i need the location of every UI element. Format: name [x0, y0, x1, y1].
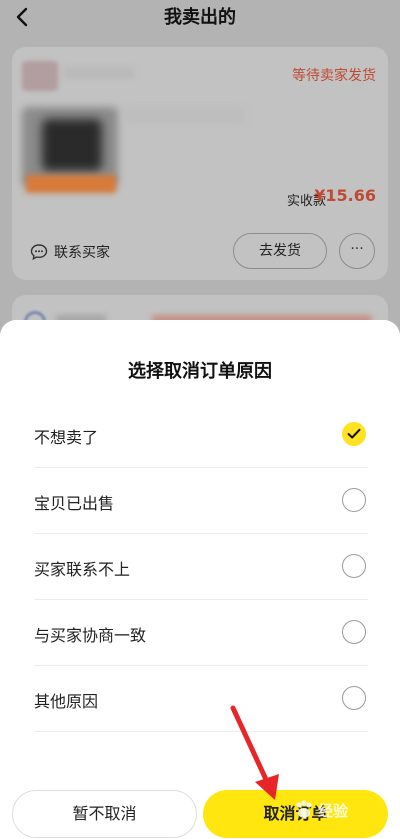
reason-item-not-selling[interactable]: 不想卖了 [34, 402, 368, 468]
buyer-avatar [22, 61, 58, 91]
reason-label: 买家联系不上 [34, 560, 131, 579]
order-card[interactable]: 等待卖家发货 实收款 ¥15.66 联系买家 去发货 ··· [12, 47, 388, 280]
product-image-band [26, 175, 116, 193]
radio-unchecked-icon[interactable] [342, 488, 366, 512]
contact-buyer-link[interactable]: 联系买家 [54, 242, 110, 262]
checkmark-icon [347, 428, 361, 439]
reason-label: 与买家协商一致 [34, 626, 147, 645]
header: 我卖出的 [0, 0, 400, 38]
keep-order-button[interactable]: 暂不取消 [12, 790, 197, 838]
cancel-order-button[interactable]: 取消订单 [203, 790, 388, 838]
radio-unchecked-icon[interactable] [342, 686, 366, 710]
radio-checked-icon[interactable] [342, 422, 366, 446]
reason-label: 不想卖了 [34, 428, 99, 447]
radio-unchecked-icon[interactable] [342, 554, 366, 578]
product-title-blurred [124, 107, 244, 123]
sheet-title: 选择取消订单原因 [128, 361, 272, 382]
amount-value: ¥15.66 [314, 186, 376, 205]
reason-item-mutual-agreement[interactable]: 与买家协商一致 [34, 600, 368, 666]
more-options-button[interactable]: ··· [339, 233, 375, 269]
chat-icon[interactable] [30, 243, 48, 261]
reason-label: 宝贝已出售 [34, 494, 115, 513]
page-title: 我卖出的 [164, 7, 236, 28]
cancel-reason-sheet: 选择取消订单原因 不想卖了 宝贝已出售 买家联系不上 与买家协商一致 其他原因 [0, 320, 400, 839]
product-image-detail [42, 119, 102, 171]
radio-unchecked-icon[interactable] [342, 620, 366, 644]
reason-item-sold[interactable]: 宝贝已出售 [34, 468, 368, 534]
ship-button[interactable]: 去发货 [233, 233, 327, 269]
reason-item-other[interactable]: 其他原因 [34, 666, 368, 732]
reason-item-buyer-unreachable[interactable]: 买家联系不上 [34, 534, 368, 600]
buyer-name-blurred [64, 67, 134, 79]
reason-list: 不想卖了 宝贝已出售 买家联系不上 与买家协商一致 其他原因 [34, 402, 368, 732]
reason-label: 其他原因 [34, 692, 99, 711]
order-status: 等待卖家发货 [292, 68, 376, 84]
